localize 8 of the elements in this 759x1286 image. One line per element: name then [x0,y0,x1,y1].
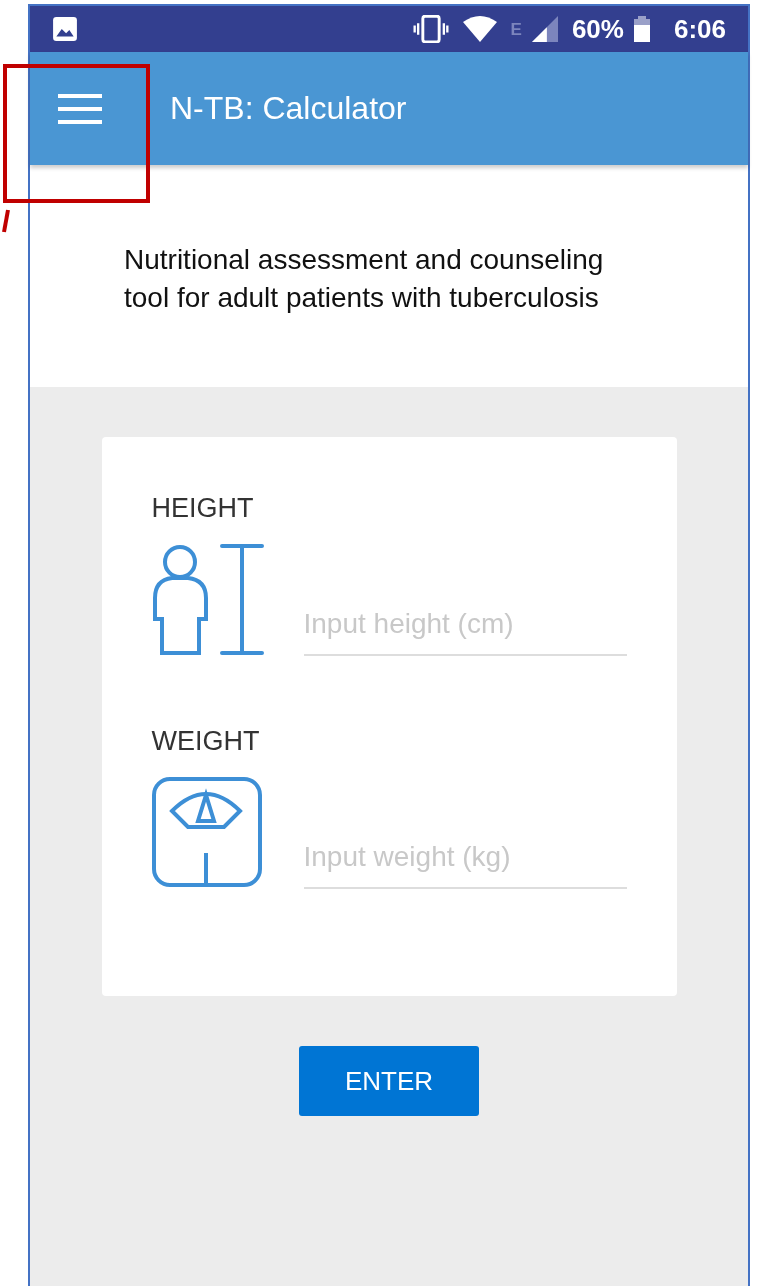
network-type: E [510,19,522,40]
battery-percent: 60% [571,13,624,45]
description-text: Nutritional assessment and counseling tool for adult patients with tuberculosis [124,243,605,315]
app-title: N-TB: Calculator [170,90,407,127]
enter-button[interactable]: ENTER [299,1046,479,1116]
field-label: HEIGHT [151,493,255,524]
field-label: WEIGHT [151,726,261,757]
clock: 6:06 [673,13,726,45]
